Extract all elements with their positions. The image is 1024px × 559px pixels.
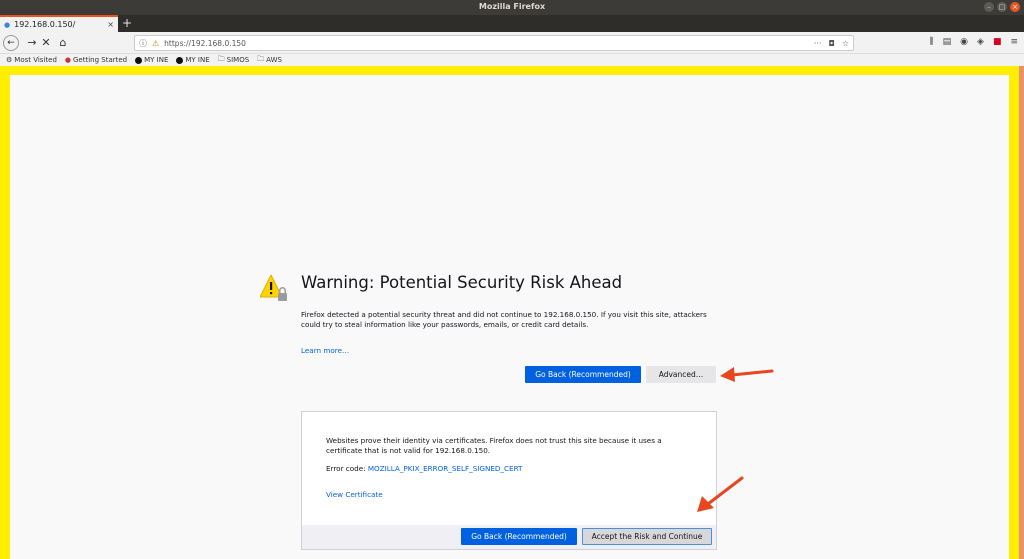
advanced-button[interactable]: Advanced… — [646, 366, 716, 383]
menu-icon[interactable]: ≡ — [1010, 37, 1018, 47]
content-highlight-frame: Warning: Potential Security Risk Ahead F… — [0, 66, 1024, 559]
firefox-icon: ● — [64, 56, 71, 64]
tab-active[interactable]: ● 192.168.0.150/ × — [0, 15, 118, 32]
back-button[interactable]: ← — [3, 35, 19, 51]
url-bar[interactable]: ⓘ ⚠ https://192.168.0.150 ··· ◘ ☆ — [134, 35, 854, 51]
scrollbar-strip — [1019, 66, 1024, 559]
tab-title: 192.168.0.150/ — [14, 20, 76, 29]
error-code-link[interactable]: MOZILLA_PKIX_ERROR_SELF_SIGNED_CERT — [368, 464, 523, 473]
ine-icon — [176, 56, 184, 64]
minimize-button[interactable]: – — [984, 2, 994, 12]
bookmark-star-icon[interactable]: ☆ — [842, 39, 849, 48]
new-tab-button[interactable]: + — [122, 16, 132, 30]
addon-icon[interactable]: ■ — [993, 37, 1002, 47]
extension-icon[interactable]: ◈ — [977, 37, 984, 47]
bookmark-getting-started[interactable]: ● Getting Started — [65, 56, 127, 64]
error-page: Warning: Potential Security Risk Ahead F… — [10, 75, 1009, 559]
annotation-arrow-advanced — [720, 367, 774, 382]
page-title: Warning: Potential Security Risk Ahead — [301, 273, 623, 292]
pocket-icon[interactable]: ◘ — [829, 39, 835, 48]
info-icon[interactable]: ⓘ — [139, 38, 147, 49]
bookmark-simos[interactable]: 🗀 SIMOS — [218, 55, 250, 66]
certificate-explanation: Websites prove their identity via certif… — [326, 436, 662, 455]
error-code-row: Error code: MOZILLA_PKIX_ERROR_SELF_SIGN… — [326, 464, 522, 473]
loading-dot-icon: ● — [4, 20, 11, 29]
ine-icon — [135, 56, 143, 64]
title-bar: Mozilla Firefox – □ × — [0, 0, 1024, 15]
learn-more-link[interactable]: Learn more… — [301, 346, 349, 355]
nav-bar: ← → ✕ ⌂ ⓘ ⚠ https://192.168.0.150 ··· ◘ … — [0, 32, 1024, 54]
go-back-button[interactable]: Go Back (Recommended) — [525, 366, 641, 383]
go-back-button-secondary[interactable]: Go Back (Recommended) — [461, 528, 577, 545]
error-code-label: Error code: — [326, 464, 368, 473]
bookmarks-bar: ⚙ Most Visited ● Getting Started MY INE … — [0, 54, 1024, 66]
bookmark-my-ine[interactable]: MY INE — [135, 56, 168, 64]
advanced-panel-footer: Go Back (Recommended) Accept the Risk an… — [302, 525, 716, 549]
sidebar-icon[interactable]: ▤ — [943, 37, 952, 47]
maximize-button[interactable]: □ — [997, 2, 1007, 12]
warning-description: Firefox detected a potential security th… — [301, 310, 707, 329]
close-window-button[interactable]: × — [1010, 2, 1020, 12]
gear-icon: ⚙ — [6, 56, 13, 64]
page-actions-icon[interactable]: ··· — [814, 39, 822, 48]
bookmark-my-ine-2[interactable]: MY INE — [176, 56, 210, 64]
bookmark-most-visited[interactable]: ⚙ Most Visited — [6, 56, 57, 64]
tab-strip: ● 192.168.0.150/ × + — [0, 15, 1024, 32]
home-button[interactable]: ⌂ — [55, 35, 71, 51]
url-input[interactable]: https://192.168.0.150 — [164, 39, 814, 48]
tab-close-icon[interactable]: × — [107, 20, 114, 29]
annotation-arrow-accept — [697, 476, 744, 512]
stop-button[interactable]: ✕ — [38, 35, 54, 51]
warning-icon — [260, 274, 287, 301]
advanced-panel: Websites prove their identity via certif… — [301, 411, 717, 550]
bookmark-aws[interactable]: 🗀 AWS — [257, 55, 282, 66]
account-icon[interactable]: ◉ — [960, 37, 968, 47]
view-certificate-link[interactable]: View Certificate — [326, 490, 383, 499]
library-icon[interactable]: ⫼ — [930, 37, 934, 47]
folder-icon: 🗀 — [217, 54, 225, 63]
insecure-lock-icon[interactable]: ⚠ — [152, 39, 159, 48]
accept-risk-button[interactable]: Accept the Risk and Continue — [582, 528, 712, 545]
folder-icon: 🗀 — [257, 54, 265, 63]
window-title: Mozilla Firefox — [478, 2, 546, 11]
